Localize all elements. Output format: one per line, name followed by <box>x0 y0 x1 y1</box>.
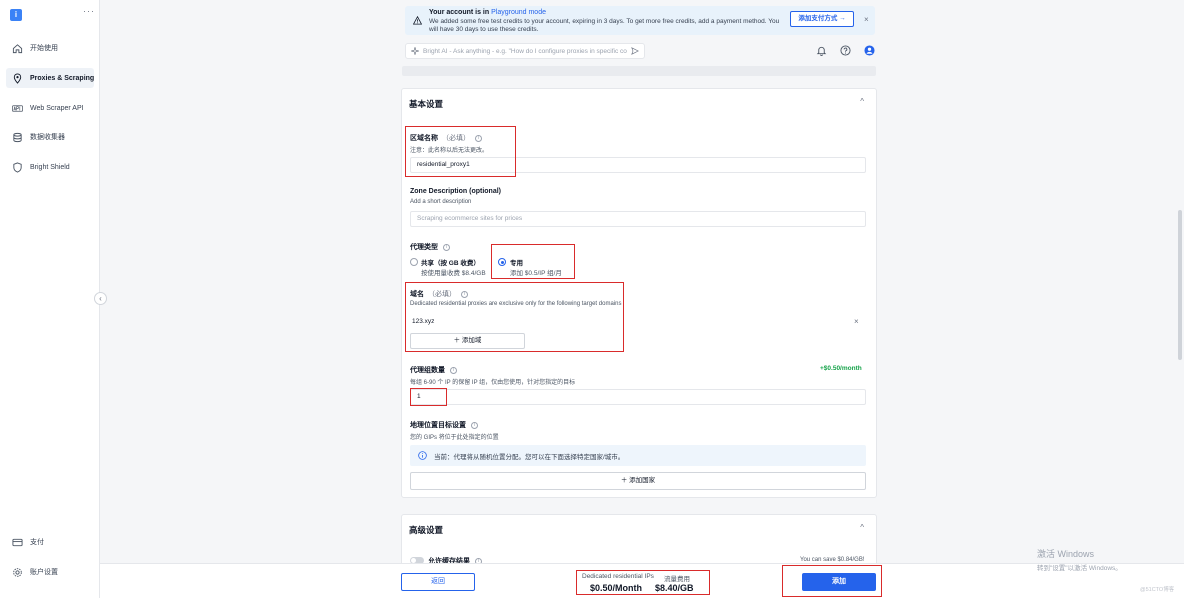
info-icon[interactable]: i <box>443 243 450 251</box>
sidebar-item-proxies-scraping[interactable]: Proxies & Scraping <box>6 68 94 88</box>
help-icon[interactable] <box>840 45 851 58</box>
sidebar-item-account-settings[interactable]: 账户设置 <box>6 562 94 582</box>
zone-description-sub: Add a short description <box>410 199 472 205</box>
shared-option-title[interactable]: 共享（按 GB 收费） <box>421 257 480 267</box>
ip-groups-sub: 每组 6-90 个 IP 的保留 IP 组，仅由您使用，针对您指定的目标 <box>410 380 576 386</box>
page-scrollbar[interactable] <box>1178 210 1182 360</box>
banner-text: We added some free test credits to your … <box>429 18 780 33</box>
warning-icon <box>413 16 422 25</box>
more-options-icon[interactable]: ··· <box>83 6 95 16</box>
sidebar-item-data-collector[interactable]: 数据收集器 <box>6 127 94 147</box>
sidebar-item-label: 账户设置 <box>30 569 58 576</box>
geo-notice: 当前：代理将从随机位置分配。您可以在下面选择特定国家/城市。 <box>410 445 866 466</box>
collapse-chevron-icon[interactable]: ^ <box>860 97 864 106</box>
playground-banner: Your account is in Playground mode We ad… <box>405 6 875 35</box>
info-icon[interactable]: i <box>450 366 457 374</box>
zone-name-note: 注意：此名称以后无法更改。 <box>410 148 489 154</box>
proxy-type-shared-radio[interactable] <box>410 258 418 266</box>
database-icon <box>12 132 23 143</box>
proxy-type-dedicated-radio[interactable] <box>498 258 506 266</box>
previous-section-edge <box>402 66 876 76</box>
add-payment-method-button[interactable]: 添加支付方式 → <box>790 11 854 27</box>
basic-settings-card: 基本设置 ^ 区域名称 （必填） i 注意：此名称以后无法更改。 residenti… <box>401 88 877 498</box>
traffic-fee-label: 流量费用 <box>664 576 690 583</box>
sidebar-item-label: Bright Shield <box>30 163 70 171</box>
proxy-type-label: 代理类型 i <box>410 242 450 252</box>
dedicated-ip-label: Dedicated residential IPs <box>582 573 654 580</box>
sidebar-item-label: 开始使用 <box>30 45 58 52</box>
ask-ai-input[interactable]: Bright AI - Ask anything - e.g. "How do … <box>405 43 645 59</box>
sidebar-collapse-button[interactable]: ‹ <box>94 292 107 305</box>
zone-name-label: 区域名称 （必填） i <box>410 133 482 143</box>
geo-notice-text: 当前：代理将从随机位置分配。您可以在下面选择特定国家/城市。 <box>434 454 625 461</box>
home-icon <box>12 43 23 54</box>
collapse-chevron-icon[interactable]: ^ <box>860 523 864 532</box>
ip-groups-input[interactable]: 1 <box>410 389 866 405</box>
bell-icon[interactable] <box>816 45 827 58</box>
sidebar: i ··· 开始使用 Proxies & Scraping Web Scrape… <box>0 0 100 598</box>
add-domain-button[interactable]: ＋ 添加域 <box>410 333 525 349</box>
add-country-button[interactable]: ＋ 添加国家 <box>410 472 866 490</box>
source-credit: @51CTO博客 <box>1140 587 1175 593</box>
dedicated-option-price: 添加 $0.5/IP 组/月 <box>510 270 562 277</box>
location-pin-icon <box>12 73 23 84</box>
ip-groups-price: +$0.50/month <box>820 365 862 372</box>
domain-value[interactable]: 123.xyz <box>412 318 434 325</box>
remove-domain-icon[interactable]: × <box>854 317 859 326</box>
domain-label: 域名 （必填） i <box>410 289 468 299</box>
info-icon[interactable]: i <box>461 290 468 298</box>
dedicated-ip-price: $0.50/Month <box>590 583 643 593</box>
zone-description-input[interactable]: Scraping ecommerce sites for prices <box>410 211 866 227</box>
zone-name-input[interactable]: residential_proxy1 <box>410 157 866 173</box>
user-avatar-icon[interactable] <box>864 45 875 58</box>
shared-option-price: 按使用量收费 $8.4/GB <box>421 270 486 277</box>
bottom-action-bar: 返回 Dedicated residential IPs $0.50/Month… <box>100 563 1184 598</box>
gear-icon <box>12 567 23 578</box>
info-circle-icon <box>418 451 427 460</box>
sidebar-item-label: 数据收集器 <box>30 134 65 141</box>
sidebar-item-payment[interactable]: 支付 <box>6 532 94 552</box>
sidebar-item-get-started[interactable]: 开始使用 <box>6 38 94 58</box>
close-icon[interactable]: × <box>864 15 869 24</box>
shield-icon <box>12 161 23 173</box>
info-icon[interactable]: i <box>471 421 478 429</box>
api-icon <box>12 103 23 114</box>
windows-activation-watermark: 激活 Windows 转到"设置"以激活 Windows。 <box>1037 549 1122 572</box>
geo-targeting-sub: 您的 GIPs 将位于此处指定的位置 <box>410 435 499 441</box>
sidebar-item-label: Proxies & Scraping <box>30 74 95 82</box>
info-icon[interactable]: i <box>475 134 482 142</box>
ask-ai-placeholder: Bright AI - Ask anything - e.g. "How do … <box>423 47 627 55</box>
back-button[interactable]: 返回 <box>401 573 475 591</box>
ip-groups-label: 代理组数量 i <box>410 365 457 375</box>
playground-mode-link[interactable]: Playground mode <box>491 9 546 16</box>
domain-sub: Dedicated residential proxies are exclus… <box>410 301 622 307</box>
traffic-fee-price: $8.40/GB <box>655 583 694 593</box>
sparkle-icon <box>411 47 419 55</box>
sidebar-item-label: 支付 <box>30 539 44 546</box>
zone-description-label: Zone Description (optional) <box>410 188 501 195</box>
sidebar-item-web-scraper-api[interactable]: Web Scraper API <box>6 98 94 118</box>
dedicated-option-title[interactable]: 专用 <box>510 257 523 267</box>
advanced-settings-title: 高级设置 <box>409 525 444 535</box>
send-icon[interactable] <box>631 47 639 55</box>
add-zone-button[interactable]: 添加 <box>802 573 876 591</box>
credit-card-icon <box>12 537 23 548</box>
brand-logo[interactable]: i <box>10 9 22 21</box>
basic-settings-title: 基本设置 <box>409 99 444 109</box>
sidebar-item-label: Web Scraper API <box>30 104 84 112</box>
banner-title: Your account is in Playground mode <box>429 9 546 16</box>
geo-targeting-label: 地理位置目标设置 i <box>410 420 478 430</box>
sidebar-item-bright-shield[interactable]: Bright Shield <box>6 157 94 177</box>
